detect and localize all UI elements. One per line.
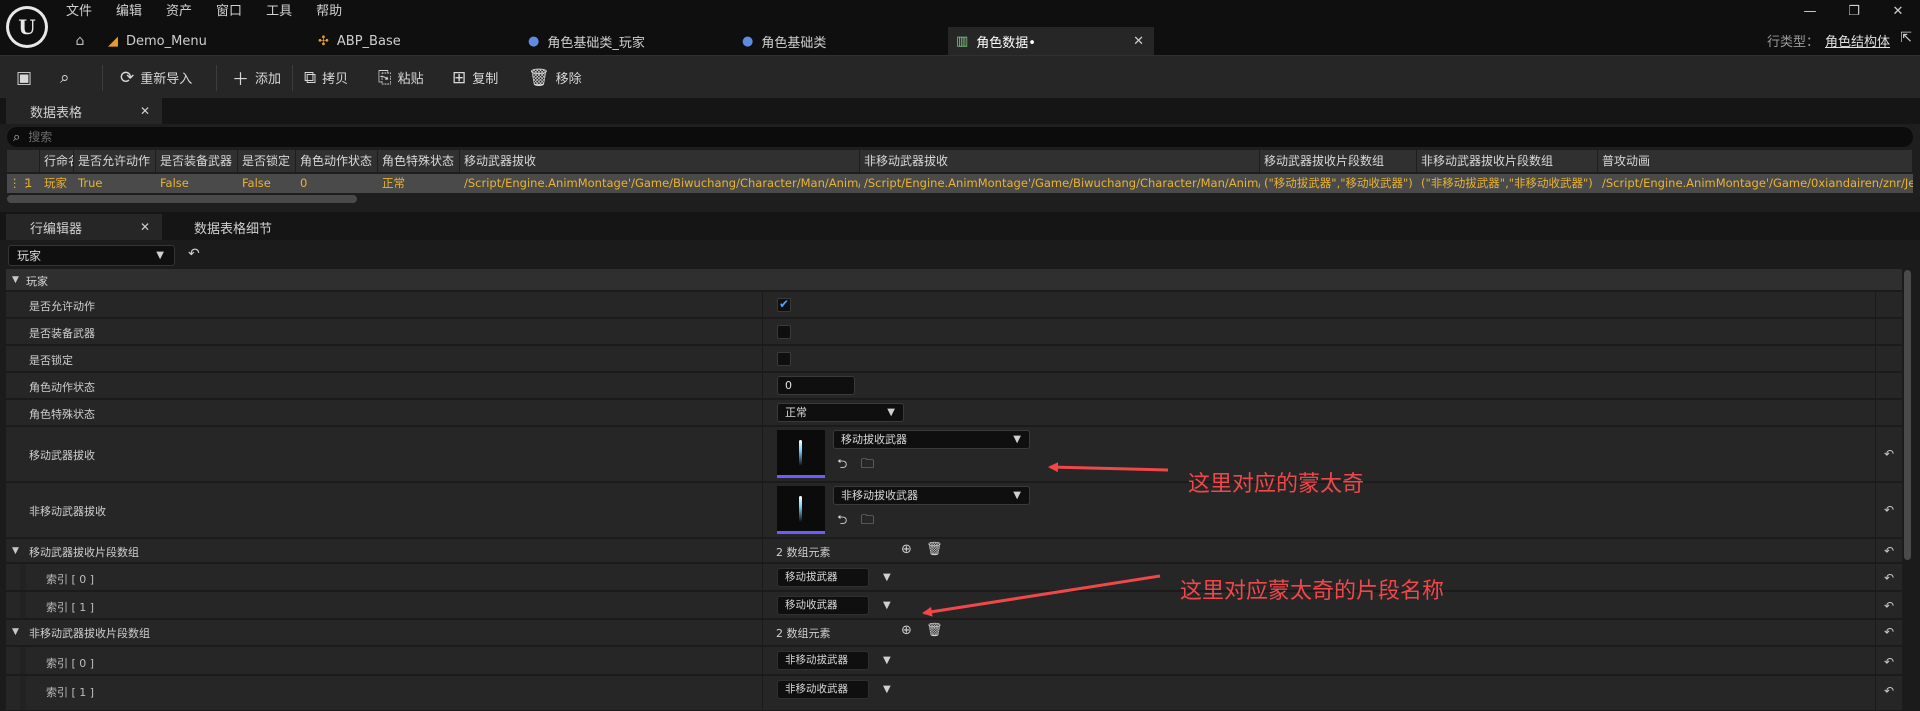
montage-arrow — [1048, 462, 1169, 473]
section-arrow — [922, 574, 1161, 617]
annotation-arrows — [922, 462, 1169, 617]
section-annotation: 这里对应蒙太奇的片段名称 — [1180, 579, 1445, 604]
montage-annotation: 这里对应的蒙太奇 — [1188, 472, 1365, 497]
